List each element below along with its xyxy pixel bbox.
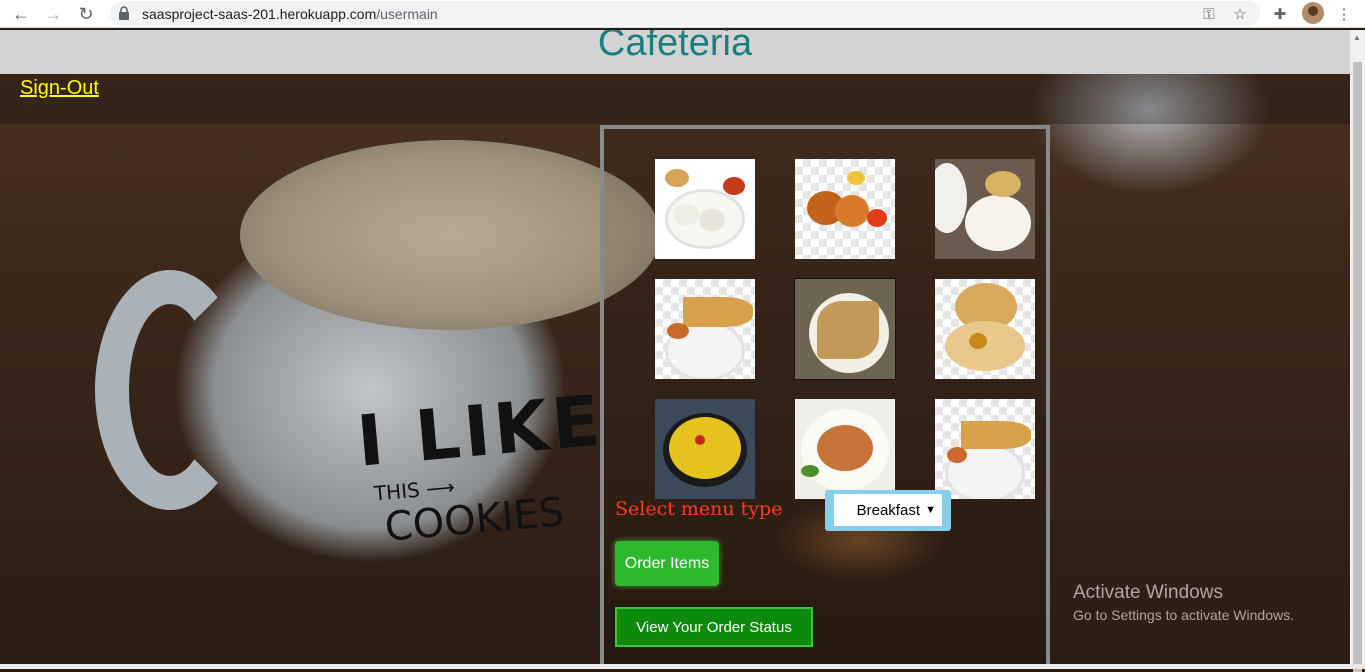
mug-print-decoration: I LIKE THIS ⟶ COOKIES (353, 379, 608, 551)
window-bottom-edge (0, 664, 1365, 669)
food-image-dosa[interactable] (655, 279, 755, 379)
food-image-rice-dish[interactable] (795, 399, 895, 499)
watermark-subtitle: Go to Settings to activate Windows. (1073, 607, 1294, 623)
menu-type-selected-value: Breakfast (856, 501, 920, 519)
signout-link[interactable]: Sign-Out (20, 77, 99, 100)
extensions-icon[interactable]: ✚ (1270, 4, 1290, 24)
vertical-scrollbar[interactable]: ▲ (1350, 30, 1365, 672)
chevron-down-icon: ▼ (925, 504, 936, 516)
food-image-poori[interactable] (935, 279, 1035, 379)
profile-avatar[interactable] (1302, 2, 1324, 24)
back-arrow-icon[interactable]: ← (10, 3, 32, 25)
view-order-status-button[interactable]: View Your Order Status (615, 607, 813, 647)
menu-type-select-frame: Breakfast ▼ (825, 490, 951, 531)
food-image-idli[interactable] (655, 159, 755, 259)
order-items-button[interactable]: Order Items (615, 541, 719, 586)
browser-toolbar: ← → ↻ saasproject-saas-201.herokuapp.com… (0, 0, 1365, 28)
coffee-decoration (240, 140, 660, 330)
forward-arrow-icon[interactable]: → (42, 3, 64, 25)
url-text: saasproject-saas-201.herokuapp.com/userm… (142, 6, 438, 22)
food-image-biryani[interactable] (655, 399, 755, 499)
mug-handle-decoration (95, 270, 245, 510)
scroll-up-icon[interactable]: ▲ (1353, 33, 1361, 42)
food-image-vada[interactable] (795, 159, 895, 259)
key-icon[interactable]: ⚿ (1199, 4, 1219, 24)
windows-activation-watermark: Activate Windows Go to Settings to activ… (1073, 582, 1294, 623)
lock-icon (119, 6, 129, 20)
reload-icon[interactable]: ↻ (75, 3, 97, 25)
watermark-title: Activate Windows (1073, 582, 1223, 603)
menu-type-select[interactable]: Breakfast ▼ (834, 494, 942, 526)
nav-bar (0, 74, 1350, 124)
star-icon[interactable]: ☆ (1230, 4, 1250, 24)
food-image-chapati[interactable] (794, 278, 896, 380)
menu-type-label: Select menu type (615, 498, 783, 520)
page-title: Cafeteria (597, 30, 753, 64)
kebab-menu-icon[interactable]: ⋮ (1334, 4, 1354, 24)
scrollbar-thumb[interactable] (1353, 62, 1362, 672)
food-image-upma[interactable] (935, 159, 1035, 259)
food-image-dosa-alt[interactable] (935, 399, 1035, 499)
